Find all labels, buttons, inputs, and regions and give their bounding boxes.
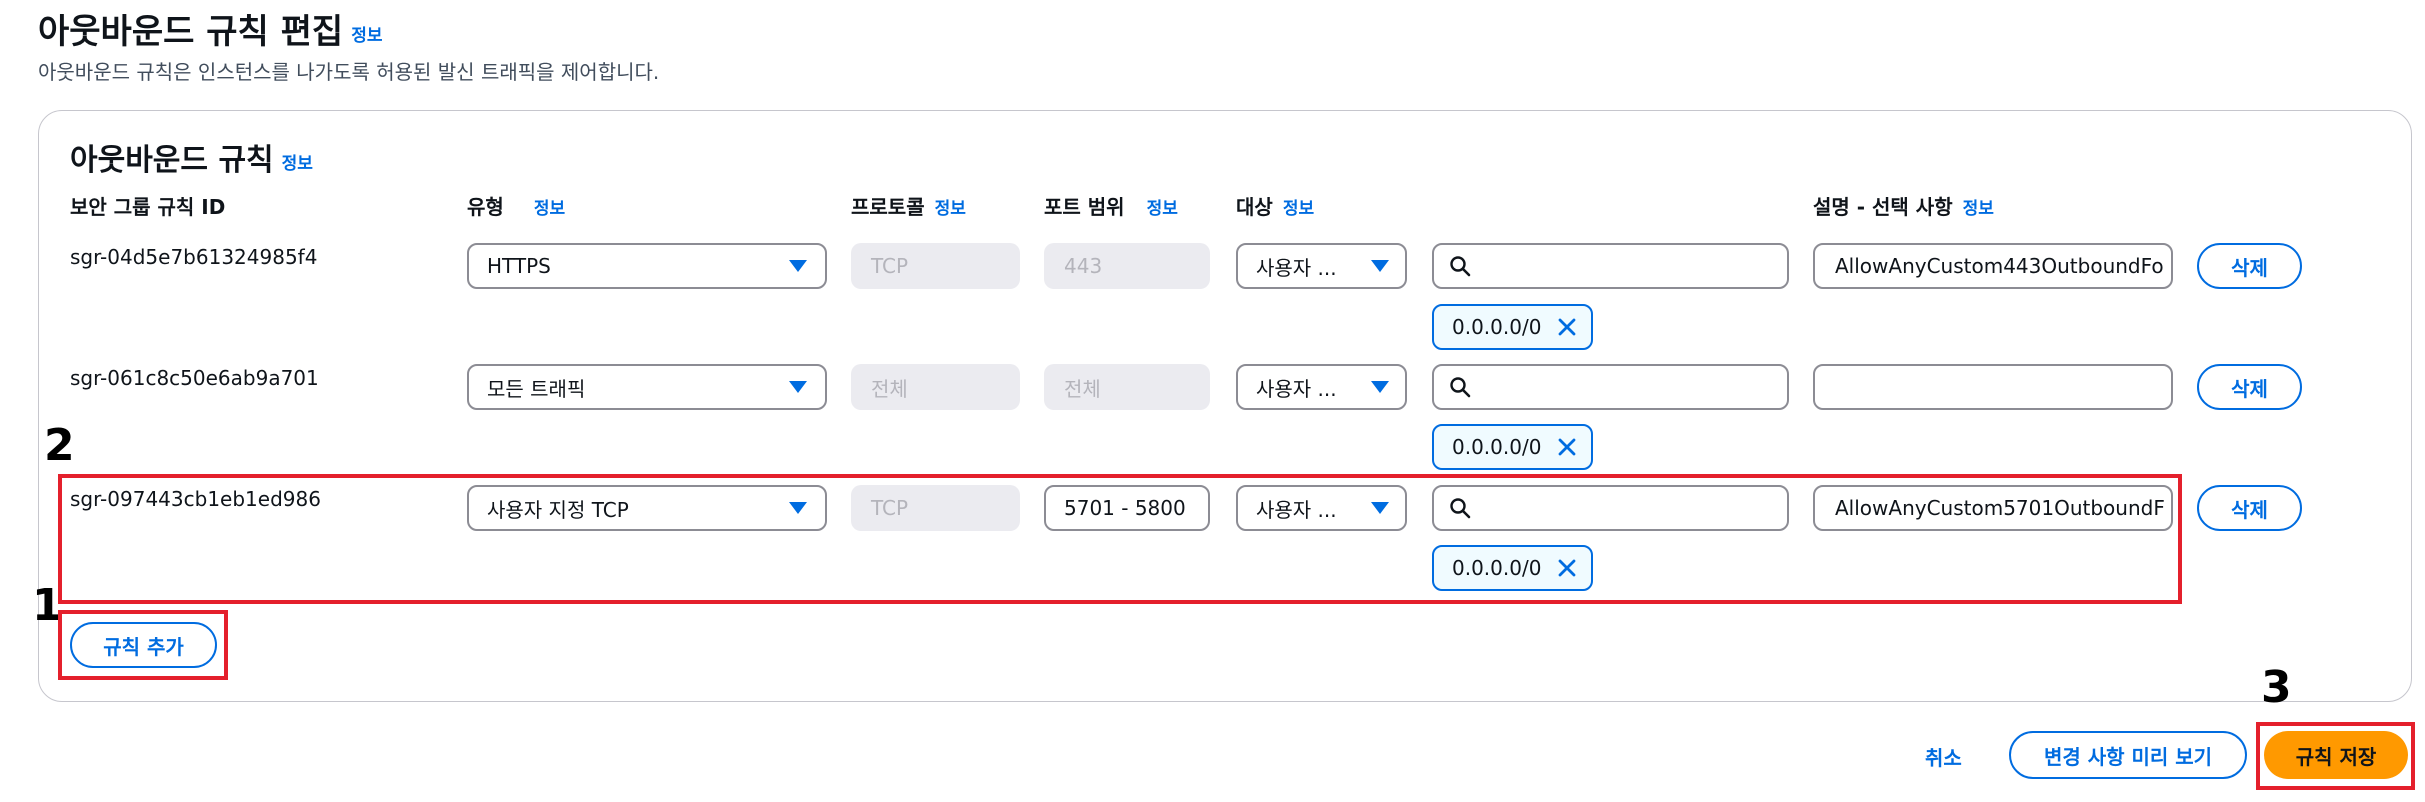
close-icon[interactable] [1555, 315, 1579, 339]
cidr-search-input[interactable] [1432, 364, 1789, 410]
delete-button[interactable]: 삭제 [2197, 485, 2302, 531]
header-info-link[interactable]: 정보 [351, 26, 382, 46]
type-info-link[interactable]: 정보 [534, 199, 565, 219]
cancel-button[interactable]: 취소 [1925, 742, 1962, 771]
page-description: 아웃바운드 규칙은 인스턴스를 나가도록 허용된 발신 트래픽을 제어합니다. [38, 60, 660, 84]
annotation-marker-2: 2 [44, 420, 75, 471]
description-info-link[interactable]: 정보 [1963, 199, 1994, 219]
search-icon [1450, 256, 1471, 277]
destination-select[interactable]: 사용자 ... [1236, 364, 1407, 410]
rule-id: sgr-097443cb1eb1ed986 [70, 487, 321, 511]
caret-down-icon [1371, 260, 1389, 272]
protocol-info-link[interactable]: 정보 [935, 199, 966, 219]
destination-select-value: 사용자 ... [1256, 497, 1337, 522]
protocol-field: TCP [851, 243, 1020, 289]
close-icon[interactable] [1555, 556, 1579, 580]
destination-info-link[interactable]: 정보 [1283, 199, 1314, 219]
description-input[interactable] [1813, 364, 2173, 410]
column-header-type-label: 유형 [467, 195, 504, 219]
rule-id: sgr-061c8c50e6ab9a701 [70, 366, 319, 390]
caret-down-icon [789, 260, 807, 272]
protocol-field: TCP [851, 485, 1020, 531]
protocol-field: 전체 [851, 364, 1020, 410]
caret-down-icon [789, 502, 807, 514]
cidr-token: 0.0.0.0/0 [1432, 545, 1594, 591]
port-range-field: 전체 [1044, 364, 1210, 410]
caret-down-icon [1371, 502, 1389, 514]
destination-select-value: 사용자 ... [1256, 376, 1337, 401]
type-select-value: 사용자 지정 TCP [487, 497, 629, 522]
column-header-destination-label: 대상 [1236, 195, 1273, 219]
destination-select-value: 사용자 ... [1256, 255, 1337, 280]
column-header-port-range: 포트 범위 정보 [1044, 191, 1178, 220]
cidr-token: 0.0.0.0/0 [1432, 304, 1594, 350]
page-title: 아웃바운드 규칙 편집 정보 [38, 4, 382, 53]
column-header-port-label: 포트 범위 [1044, 195, 1125, 219]
port-range-field: 443 [1044, 243, 1210, 289]
type-select[interactable]: HTTPS [467, 243, 827, 289]
cidr-token: 0.0.0.0/0 [1432, 424, 1594, 470]
description-input[interactable]: AllowAnyCustom443OutboundFo [1813, 243, 2173, 289]
close-icon[interactable] [1555, 435, 1579, 459]
destination-select[interactable]: 사용자 ... [1236, 485, 1407, 531]
cidr-token-label: 0.0.0.0/0 [1452, 556, 1542, 580]
cidr-search-input[interactable] [1432, 243, 1789, 289]
preview-changes-button[interactable]: 변경 사항 미리 보기 [2009, 731, 2247, 779]
search-icon [1450, 377, 1471, 398]
search-icon [1450, 498, 1471, 519]
cidr-token-label: 0.0.0.0/0 [1452, 315, 1542, 339]
annotation-marker-3: 3 [2261, 662, 2292, 713]
caret-down-icon [1371, 381, 1389, 393]
panel-title: 아웃바운드 규칙 정보 [70, 135, 313, 179]
panel-title-text: 아웃바운드 규칙 [70, 143, 274, 178]
description-input[interactable]: AllowAnyCustom5701OutboundF [1813, 485, 2173, 531]
type-select-value: HTTPS [487, 254, 551, 278]
panel-info-link[interactable]: 정보 [282, 154, 313, 174]
column-header-description-label: 설명 - 선택 사항 [1813, 195, 1953, 219]
column-header-protocol: 프로토콜 정보 [851, 191, 966, 220]
column-header-type: 유형 정보 [467, 191, 565, 220]
column-header-protocol-label: 프로토콜 [851, 195, 925, 219]
cidr-search-input[interactable] [1432, 485, 1789, 531]
rule-id: sgr-04d5e7b61324985f4 [70, 245, 318, 269]
delete-button[interactable]: 삭제 [2197, 243, 2302, 289]
page-title-text: 아웃바운드 규칙 편집 [38, 12, 344, 52]
type-select[interactable]: 모든 트래픽 [467, 364, 827, 410]
destination-select[interactable]: 사용자 ... [1236, 243, 1407, 289]
column-header-destination: 대상 정보 [1236, 191, 1314, 220]
column-header-rule-id: 보안 그룹 규칙 ID [70, 195, 226, 219]
column-header-description: 설명 - 선택 사항 정보 [1813, 191, 1994, 220]
type-select-value: 모든 트래픽 [487, 376, 586, 401]
delete-button[interactable]: 삭제 [2197, 364, 2302, 410]
type-select[interactable]: 사용자 지정 TCP [467, 485, 827, 531]
save-rules-button[interactable]: 규칙 저장 [2264, 731, 2408, 779]
cidr-token-label: 0.0.0.0/0 [1452, 435, 1542, 459]
add-rule-button[interactable]: 규칙 추가 [70, 622, 217, 668]
port-range-input[interactable]: 5701 - 5800 [1044, 485, 1210, 531]
caret-down-icon [789, 381, 807, 393]
port-info-link[interactable]: 정보 [1147, 199, 1178, 219]
